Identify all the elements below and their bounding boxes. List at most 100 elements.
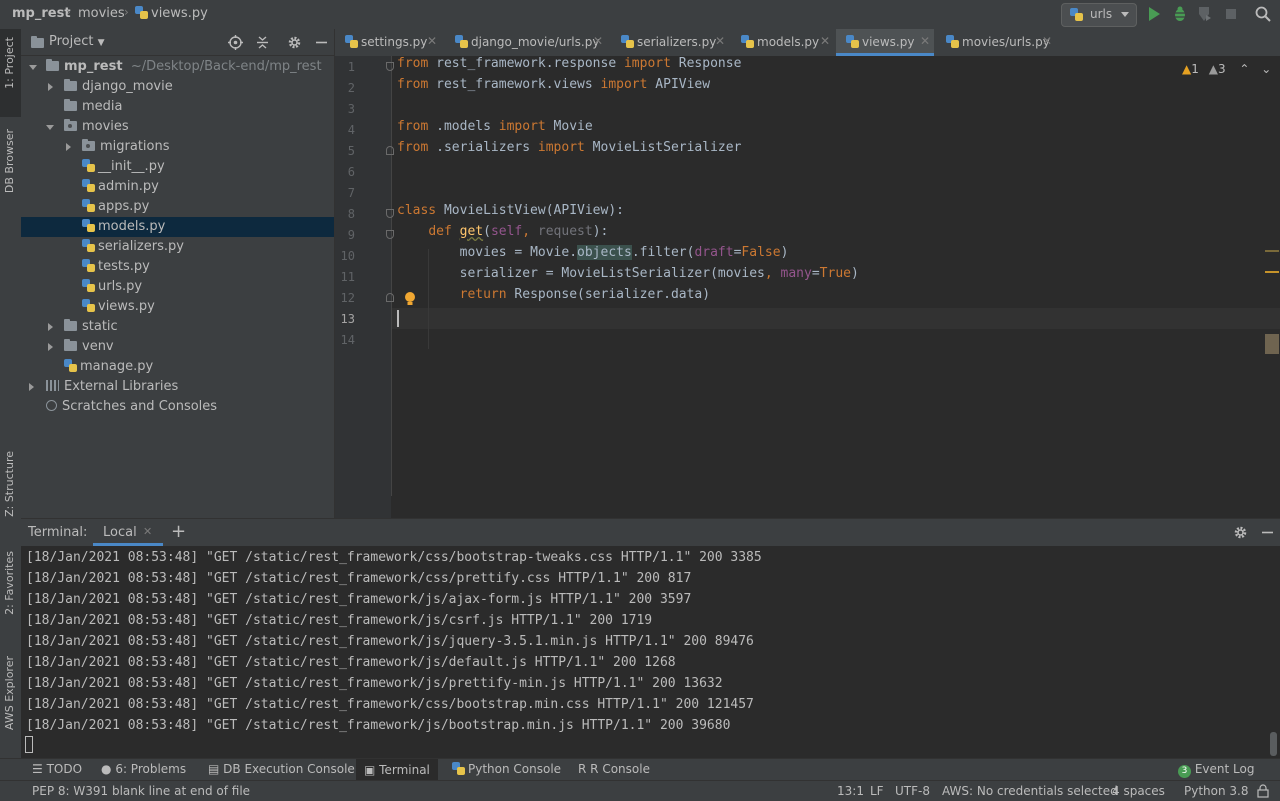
tree-item-views-py[interactable]: views.py [21, 297, 334, 317]
db-execution-console-button[interactable]: ▤ DB Execution Console [208, 762, 355, 776]
terminal-header: Terminal: Local ✕ + [21, 518, 1280, 547]
tab-views-py[interactable]: views.py ✕ [836, 29, 934, 56]
tree-item-label: serializers.py [98, 239, 184, 254]
status-bar: PEP 8: W391 blank line at end of file 13… [0, 780, 1280, 801]
tree-item-root[interactable]: mp_rest ~/Desktop/Back-end/mp_rest [21, 57, 334, 77]
code-text: .filter( [631, 245, 695, 260]
terminal-output[interactable]: [18/Jan/2021 08:53:48] "GET /static/rest… [21, 546, 1280, 758]
run-icon[interactable] [1145, 5, 1163, 23]
keyword: class [397, 203, 437, 218]
collapse-all-icon[interactable] [255, 35, 270, 50]
tree-item-django-movie[interactable]: django_movie [21, 77, 334, 97]
project-view-selector[interactable]: Project ▼ [49, 34, 105, 49]
favorites-tool-tab[interactable]: 2: Favorites [0, 549, 21, 631]
code-text: .serializers [428, 140, 538, 155]
indent-setting[interactable]: 4 spaces [1112, 784, 1165, 798]
caret-position[interactable]: 13:1 [837, 784, 864, 798]
tree-item-manage-py[interactable]: manage.py [21, 357, 334, 377]
chevron-down-icon[interactable]: ⌄ [1261, 62, 1271, 76]
search-icon[interactable] [1254, 5, 1272, 23]
inspection-widget[interactable]: ▲1 ▲3 ⌃ ⌄ [1182, 62, 1271, 76]
tree-item-models-py[interactable]: models.py [21, 217, 334, 237]
project-tool-tab[interactable]: 1: Project [0, 29, 21, 117]
tree-item-scratches[interactable]: Scratches and Consoles [21, 397, 334, 417]
tree-item-label: media [82, 99, 123, 114]
breadcrumb-folder[interactable]: movies [78, 6, 125, 21]
breadcrumb-project[interactable]: mp_rest [12, 6, 71, 21]
python-interpreter[interactable]: Python 3.8 [1184, 784, 1249, 798]
hide-panel-icon[interactable] [1260, 525, 1275, 540]
add-terminal-icon[interactable]: + [171, 521, 186, 542]
line-separator[interactable]: LF [870, 784, 884, 798]
db-console-label: DB Execution Console [223, 762, 355, 776]
close-icon[interactable]: ✕ [593, 34, 603, 48]
terminal-tool-button[interactable]: ▣ Terminal [356, 759, 438, 781]
tab-movies-urls-py[interactable]: movies/urls.py ✕ [936, 29, 1056, 56]
tab-django-movie-urls-py[interactable]: django_movie/urls.py ✕ [445, 29, 607, 56]
close-icon[interactable]: ✕ [143, 525, 152, 538]
tree-item-urls-py[interactable]: urls.py [21, 277, 334, 297]
problems-tool-button[interactable]: ● 6: Problems [101, 762, 186, 776]
terminal-tab-local[interactable]: Local ✕ [93, 519, 163, 546]
event-log-button[interactable]: 3 Event Log [1178, 762, 1254, 778]
locate-file-icon[interactable] [228, 35, 243, 50]
file-encoding[interactable]: UTF-8 [895, 784, 930, 798]
close-icon[interactable]: ✕ [427, 34, 437, 48]
python-console-button[interactable]: Python Console [452, 762, 561, 776]
scroll-thumb[interactable] [1265, 334, 1279, 354]
tree-item-serializers-py[interactable]: serializers.py [21, 237, 334, 257]
editor-gutter: 1 2 3 4 5 6 7 8 9 10 11 12 13 14 [335, 56, 391, 518]
tree-item-label: admin.py [98, 179, 159, 194]
terminal-scrollbar[interactable] [1270, 732, 1277, 756]
breadcrumb-separator: › [66, 5, 71, 19]
left-tool-window-strip: 1: Project DB Browser Z: Structure 2: Fa… [0, 29, 22, 758]
tree-item-static[interactable]: static [21, 317, 334, 337]
lightbulb-icon[interactable] [403, 291, 417, 307]
db-browser-tool-tab[interactable]: DB Browser [0, 125, 21, 215]
debug-icon[interactable] [1171, 5, 1189, 23]
root-name: mp_rest [64, 59, 123, 74]
gear-icon[interactable] [287, 35, 302, 50]
close-icon[interactable]: ✕ [920, 34, 930, 48]
tree-item-init-py[interactable]: __init__.py [21, 157, 334, 177]
python-file-icon [82, 179, 95, 192]
aws-explorer-tool-tab[interactable]: AWS Explorer [0, 654, 21, 746]
code-line-2: from rest_framework.views import APIView [397, 77, 710, 98]
tree-item-label: tests.py [98, 259, 150, 274]
tree-item-venv[interactable]: venv [21, 337, 334, 357]
terminal-title: Terminal: [28, 525, 88, 540]
chevron-up-icon[interactable]: ⌃ [1239, 62, 1249, 76]
stop-icon[interactable] [1222, 5, 1240, 23]
tree-item-migrations[interactable]: migrations [21, 137, 334, 157]
tree-item-external-libraries[interactable]: External Libraries [21, 377, 334, 397]
close-icon[interactable]: ✕ [1042, 34, 1052, 48]
keyword: from [397, 119, 429, 134]
code-text: , [764, 266, 781, 281]
tree-item-admin-py[interactable]: admin.py [21, 177, 334, 197]
tab-serializers-py[interactable]: serializers.py ✕ [611, 29, 729, 56]
tree-item-media[interactable]: media [21, 97, 334, 117]
tree-item-tests-py[interactable]: tests.py [21, 257, 334, 277]
structure-tool-tab[interactable]: Z: Structure [0, 449, 21, 527]
tab-models-py[interactable]: models.py ✕ [731, 29, 834, 56]
code-area: from rest_framework.response import Resp… [392, 56, 1280, 518]
lock-icon[interactable] [1256, 784, 1270, 798]
folder-icon [64, 319, 77, 331]
close-icon[interactable]: ✕ [715, 34, 725, 48]
chevron-down-icon: ▼ [97, 38, 105, 48]
aws-credentials[interactable]: AWS: No credentials selected [942, 784, 1118, 798]
gear-icon[interactable] [1233, 525, 1248, 540]
run-with-coverage-icon[interactable] [1196, 5, 1214, 23]
todo-tool-button[interactable]: ☰ TODO [32, 762, 82, 776]
tab-settings-py[interactable]: settings.py ✕ [335, 29, 441, 56]
hide-panel-icon[interactable] [314, 35, 329, 50]
r-console-button[interactable]: R R Console [578, 762, 650, 776]
breadcrumb-file[interactable]: views.py [135, 6, 208, 21]
chevron-right-icon [48, 323, 53, 331]
run-configuration-dropdown[interactable]: urls [1061, 3, 1137, 27]
close-icon[interactable]: ✕ [820, 34, 830, 48]
tree-item-movies[interactable]: movies [21, 117, 334, 137]
tree-item-apps-py[interactable]: apps.py [21, 197, 334, 217]
